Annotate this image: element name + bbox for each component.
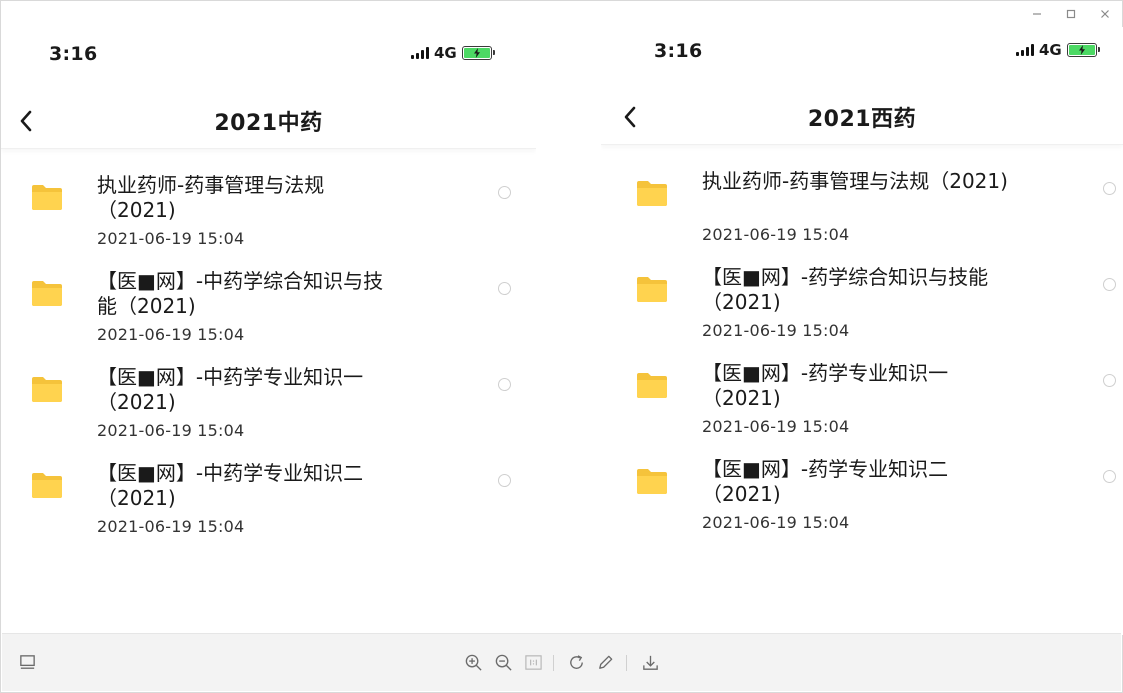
list-item[interactable]: 【医■网】-药学综合知识与技能（2021) 2021-06-19 15:04 <box>601 265 1123 361</box>
folder-date: 2021-06-19 15:04 <box>702 417 850 436</box>
folder-date: 2021-06-19 15:04 <box>702 321 850 340</box>
back-button[interactable] <box>618 105 642 129</box>
folder-icon <box>32 473 62 498</box>
folder-icon <box>32 185 62 210</box>
folder-icon <box>32 281 62 306</box>
zoom-out-button[interactable] <box>492 651 514 673</box>
thumbnail-icon <box>19 654 35 669</box>
rotate-icon <box>569 654 583 669</box>
network-type: 4G <box>434 44 457 62</box>
minimize-button[interactable] <box>1020 1 1054 27</box>
folder-icon <box>637 181 667 206</box>
chevron-left-icon <box>624 106 636 128</box>
phone-screenshot-left: 3:16 4G 2021中药 执业药师-药事管理与法规（2021) 2021-0… <box>1 27 536 635</box>
charging-bolt-icon <box>473 48 480 58</box>
edit-button[interactable] <box>594 651 616 673</box>
maximize-button[interactable] <box>1054 1 1088 27</box>
folder-name: 【医■网】-中药学专业知识一（2021) <box>97 365 364 414</box>
zoom-in-button[interactable] <box>462 651 484 673</box>
chevron-left-icon <box>20 110 32 132</box>
status-time: 3:16 <box>49 43 98 65</box>
list-item[interactable]: 【医■网】-药学专业知识二（2021) 2021-06-19 15:04 <box>601 457 1123 553</box>
page-title: 2021西药 <box>807 106 917 132</box>
select-radio[interactable] <box>1103 374 1116 387</box>
image-viewer-window: 3:16 4G 2021中药 执业药师-药事管理与法规（2021) 2021-0… <box>0 0 1123 693</box>
maximize-icon <box>1066 9 1076 19</box>
toolbar-separator <box>626 655 627 671</box>
select-radio[interactable] <box>498 474 511 487</box>
list-item[interactable]: 执业药师-药事管理与法规（2021) 2021-06-19 15:04 <box>601 169 1123 265</box>
folder-icon <box>637 277 667 302</box>
select-radio[interactable] <box>498 186 511 199</box>
status-bar: 3:16 4G <box>601 27 1123 81</box>
battery-icon <box>1066 43 1100 57</box>
nav-bar: 2021西药 <box>601 89 1123 145</box>
folder-name: 【医■网】-中药学综合知识与技能（2021) <box>97 269 384 318</box>
download-icon <box>642 655 658 670</box>
status-indicators: 4G <box>1016 41 1100 59</box>
folder-list: 执业药师-药事管理与法规（2021) 2021-06-19 15:04 【医■网… <box>1 173 536 557</box>
select-radio[interactable] <box>1103 182 1116 195</box>
status-time: 3:16 <box>654 40 703 62</box>
folder-date: 2021-06-19 15:04 <box>97 421 245 440</box>
folder-date: 2021-06-19 15:04 <box>97 325 245 344</box>
select-radio[interactable] <box>498 282 511 295</box>
rotate-button[interactable] <box>565 651 587 673</box>
select-radio[interactable] <box>1103 278 1116 291</box>
minimize-icon <box>1033 13 1041 15</box>
folder-name: 执业药师-药事管理与法规（2021) <box>702 169 1008 193</box>
network-type: 4G <box>1039 41 1062 59</box>
folder-name: 【医■网】-药学专业知识一（2021) <box>702 361 949 410</box>
folder-icon <box>637 373 667 398</box>
viewer-toolbar <box>2 633 1121 691</box>
window-controls <box>1020 1 1122 27</box>
folder-name: 【医■网】-中药学专业知识二（2021) <box>97 461 364 510</box>
signal-icon <box>1016 44 1034 56</box>
folder-list: 执业药师-药事管理与法规（2021) 2021-06-19 15:04 【医■网… <box>601 169 1123 553</box>
folder-name: 【医■网】-药学专业知识二（2021) <box>702 457 949 506</box>
status-bar: 3:16 4G <box>1 27 536 81</box>
list-item[interactable]: 【医■网】-中药学专业知识一（2021) 2021-06-19 15:04 <box>1 365 536 461</box>
status-indicators: 4G <box>411 44 495 62</box>
folder-date: 2021-06-19 15:04 <box>702 513 850 532</box>
folder-date: 2021-06-19 15:04 <box>702 225 850 244</box>
list-item[interactable]: 【医■网】-中药学专业知识二（2021) 2021-06-19 15:04 <box>1 461 536 557</box>
close-icon <box>1101 10 1109 18</box>
page-title: 2021中药 <box>214 110 323 136</box>
phone-screenshot-right: 3:16 4G 2021西药 执业药师-药事管理与法规（2021) 2021-0… <box>601 27 1123 635</box>
select-radio[interactable] <box>1103 470 1116 483</box>
signal-icon <box>411 47 429 59</box>
nav-bar: 2021中药 <box>1 93 536 149</box>
list-item[interactable]: 【医■网】-中药学综合知识与技能（2021) 2021-06-19 15:04 <box>1 269 536 365</box>
zoom-out-icon <box>495 654 512 671</box>
list-item[interactable]: 执业药师-药事管理与法规（2021) 2021-06-19 15:04 <box>1 173 536 269</box>
list-item[interactable]: 【医■网】-药学专业知识一（2021) 2021-06-19 15:04 <box>601 361 1123 457</box>
folder-name: 【医■网】-药学综合知识与技能（2021) <box>702 265 989 314</box>
battery-icon <box>461 46 495 60</box>
folder-date: 2021-06-19 15:04 <box>97 229 245 248</box>
select-radio[interactable] <box>498 378 511 391</box>
folder-icon <box>637 469 667 494</box>
folder-icon <box>32 377 62 402</box>
close-button[interactable] <box>1088 1 1122 27</box>
edit-icon <box>598 655 612 669</box>
charging-bolt-icon <box>1078 45 1085 55</box>
folder-date: 2021-06-19 15:04 <box>97 517 245 536</box>
thumbnail-button[interactable] <box>16 651 38 673</box>
zoom-in-icon <box>465 654 482 671</box>
back-button[interactable] <box>14 109 38 133</box>
download-button[interactable] <box>639 651 661 673</box>
toolbar-separator <box>553 655 554 671</box>
actual-size-icon <box>524 654 542 670</box>
actual-size-button[interactable] <box>522 651 544 673</box>
folder-name: 执业药师-药事管理与法规（2021) <box>97 173 325 222</box>
